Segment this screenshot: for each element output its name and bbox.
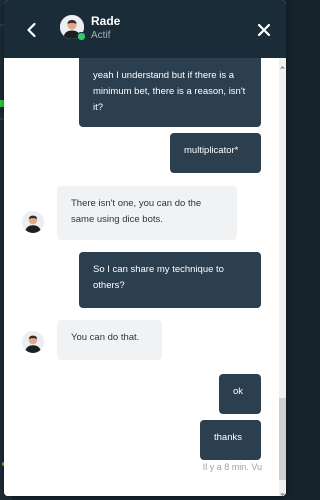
- chat-header: Rade Actif: [4, 0, 286, 58]
- outgoing-message: ok: [219, 374, 261, 414]
- chat-window: Rade Actif yeah I understand but if ther…: [4, 0, 286, 496]
- scroll-down-arrow-icon[interactable]: [279, 486, 286, 496]
- message-list[interactable]: yeah I understand but if there is a mini…: [4, 58, 286, 496]
- contact-status: Actif: [91, 30, 111, 41]
- incoming-message: You can do that.: [57, 320, 162, 360]
- close-icon: [257, 23, 271, 37]
- contact-avatar-small: [22, 331, 44, 353]
- chevron-left-icon: [27, 22, 36, 38]
- contact-avatar: [60, 15, 86, 41]
- outgoing-message: multiplicator*: [170, 133, 261, 173]
- contact-avatar-small: [22, 211, 44, 233]
- close-button[interactable]: [254, 20, 274, 40]
- scrollbar[interactable]: [279, 58, 286, 496]
- online-status-dot: [77, 32, 86, 41]
- contact-name: Rade: [91, 14, 121, 28]
- outgoing-message: thanks: [200, 420, 261, 460]
- scroll-up-arrow-icon[interactable]: [279, 58, 286, 69]
- outgoing-message: yeah I understand but if there is a mini…: [79, 58, 261, 127]
- scrollbar-thumb[interactable]: [279, 398, 286, 480]
- back-button[interactable]: [22, 20, 42, 40]
- outgoing-message: So I can share my technique to others?: [79, 252, 261, 308]
- read-receipt: Il y a 8 min. Vu: [202, 462, 262, 472]
- incoming-message: There isn't one, you can do the same usi…: [57, 186, 237, 240]
